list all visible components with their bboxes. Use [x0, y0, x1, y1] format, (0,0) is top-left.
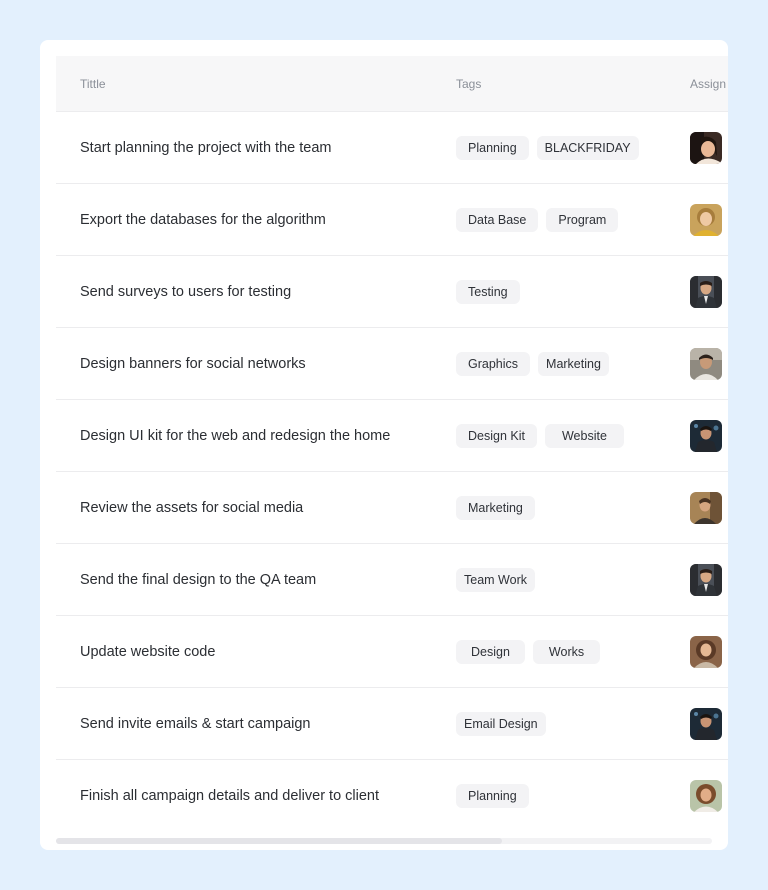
table-row[interactable]: Design banners for social networks Graph…: [56, 328, 728, 400]
table-row[interactable]: Export the databases for the algorithm D…: [56, 184, 728, 256]
task-title: Finish all campaign details and deliver …: [80, 787, 380, 804]
task-title: Design banners for social networks: [80, 355, 306, 372]
avatar[interactable]: [690, 779, 722, 812]
task-title: Send surveys to users for testing: [80, 283, 292, 300]
tag[interactable]: Planning: [456, 135, 529, 160]
tasks-card: Tittle Tags Assign Start planning the pr…: [40, 40, 728, 850]
header-tags[interactable]: Tags: [456, 77, 690, 91]
task-title: Send invite emails & start campaign: [80, 715, 311, 732]
avatar[interactable]: [690, 275, 722, 308]
table-header: Tittle Tags Assign: [56, 56, 728, 112]
table-row[interactable]: Review the assets for social media Marke…: [56, 472, 728, 544]
tag[interactable]: Works: [532, 639, 601, 664]
tag[interactable]: Marketing: [456, 495, 535, 520]
table-row[interactable]: Finish all campaign details and deliver …: [56, 760, 728, 830]
tag[interactable]: Program: [546, 207, 619, 232]
task-title: Start planning the project with the team: [80, 139, 332, 156]
scrollbar-thumb[interactable]: [56, 838, 502, 844]
avatar[interactable]: [690, 203, 722, 236]
table-row[interactable]: Start planning the project with the team…: [56, 112, 728, 184]
header-title[interactable]: Tittle: [56, 77, 456, 91]
avatar[interactable]: [690, 419, 722, 452]
table-row[interactable]: Send invite emails & start campaign Emai…: [56, 688, 728, 760]
tag[interactable]: Marketing: [538, 351, 609, 376]
tag[interactable]: Design Kit: [456, 423, 537, 448]
table-row[interactable]: Send the final design to the QA team Tea…: [56, 544, 728, 616]
task-title: Export the databases for the algorithm: [80, 211, 326, 228]
task-title: Send the final design to the QA team: [80, 571, 317, 588]
avatar[interactable]: [690, 347, 722, 380]
tag[interactable]: Testing: [456, 279, 520, 304]
tag[interactable]: Email Design: [456, 711, 546, 736]
avatar[interactable]: [690, 131, 722, 164]
tag[interactable]: Planning: [456, 783, 529, 808]
horizontal-scrollbar[interactable]: [56, 838, 712, 844]
tag[interactable]: Website: [544, 423, 624, 448]
tasks-table[interactable]: Tittle Tags Assign Start planning the pr…: [56, 56, 728, 830]
tag[interactable]: Design: [456, 639, 525, 664]
avatar[interactable]: [690, 707, 722, 740]
tag[interactable]: Graphics: [456, 351, 531, 376]
avatar[interactable]: [690, 635, 722, 668]
table-row[interactable]: Design UI kit for the web and redesign t…: [56, 400, 728, 472]
avatar[interactable]: [690, 491, 722, 524]
table-row[interactable]: Update website code Design Works: [56, 616, 728, 688]
header-assign[interactable]: Assign: [690, 77, 728, 91]
tag[interactable]: BLACKFRIDAY: [536, 135, 639, 160]
task-title: Design UI kit for the web and redesign t…: [80, 427, 391, 444]
task-title: Review the assets for social media: [80, 499, 304, 516]
tag[interactable]: Team Work: [456, 567, 535, 592]
avatar[interactable]: [690, 563, 722, 596]
task-title: Update website code: [80, 643, 216, 660]
table-row[interactable]: Send surveys to users for testing Testin…: [56, 256, 728, 328]
tag[interactable]: Data Base: [456, 207, 539, 232]
